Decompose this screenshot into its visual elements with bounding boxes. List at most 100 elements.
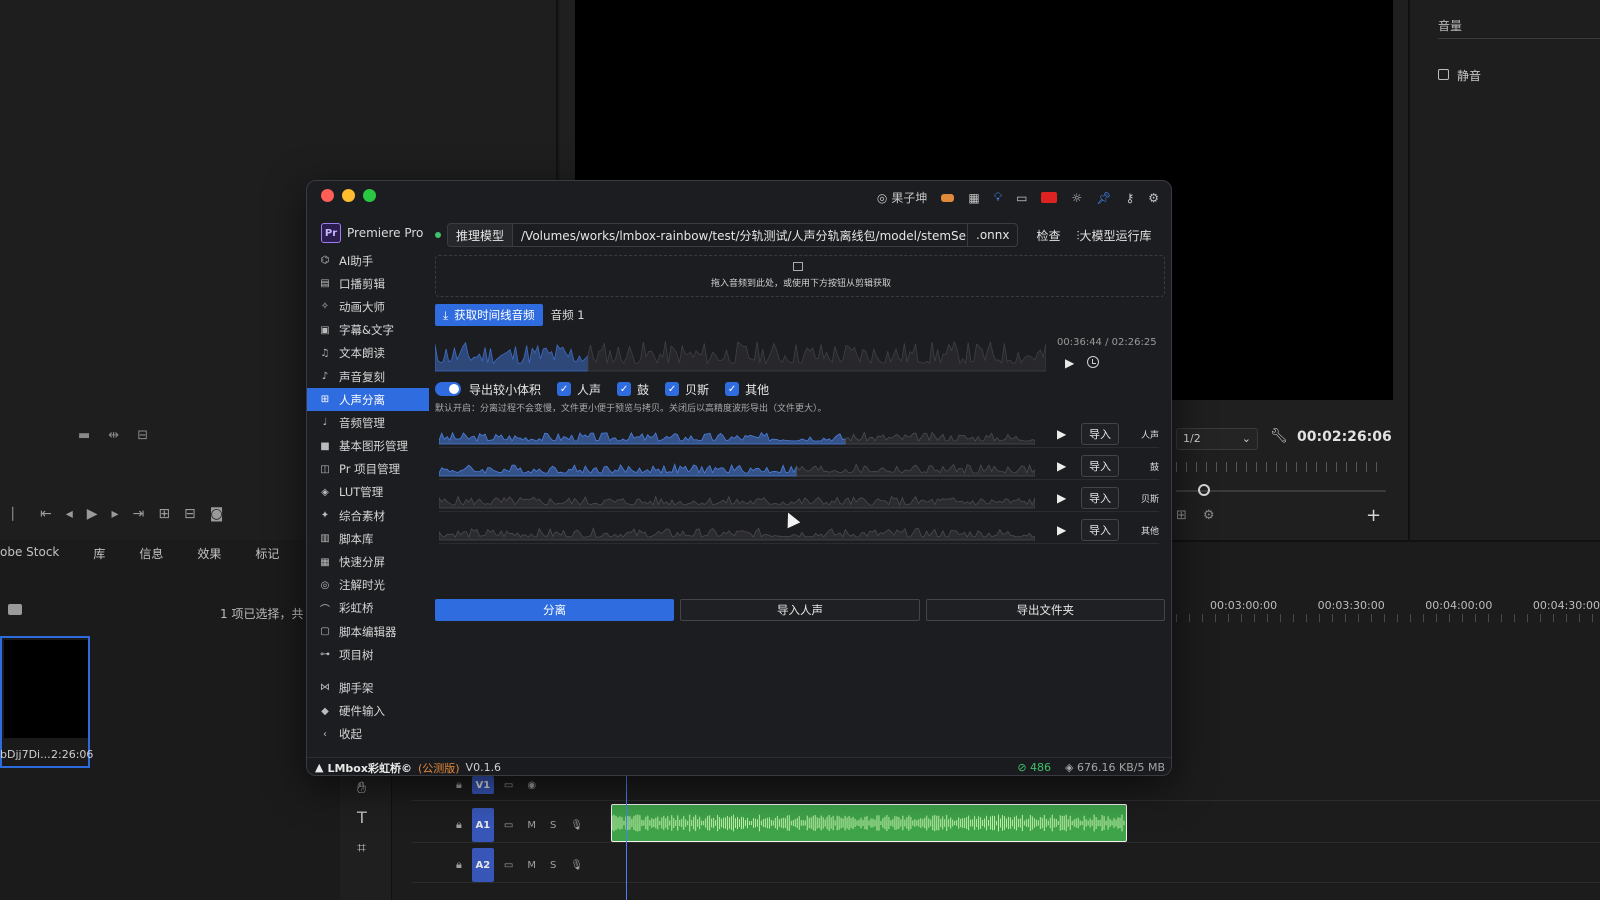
model-path-field[interactable]: /Volumes/works/lmbox-rainbow/test/分轨测试/人… [513, 224, 967, 246]
check-button[interactable]: 检查 [1036, 227, 1060, 244]
minimize-window-button[interactable] [342, 189, 355, 202]
lock-icon[interactable]: 🔒︎ [456, 778, 462, 792]
sidebar-item-lut[interactable]: ◈ LUT管理 [307, 481, 429, 504]
play-icon[interactable]: ▶ [87, 506, 98, 522]
bulb-icon[interactable]: 💡︎ [994, 190, 1002, 205]
sidebar-item-tree[interactable]: ⊶ 项目树 [307, 643, 429, 666]
sidebar-item-editor[interactable]: ▢ 脚本编辑器 [307, 620, 429, 643]
sidebar-item-hardware[interactable]: ◆ 硬件输入 [307, 700, 429, 723]
stop-icon[interactable]: ▬ [78, 428, 90, 443]
main-waveform[interactable] [435, 333, 1046, 373]
microphone-icon[interactable]: 🎙︎ [570, 820, 583, 831]
sidebar-item-animation[interactable]: ✧ 动画大师 [307, 295, 429, 318]
mute-checkbox[interactable] [1438, 69, 1449, 80]
import-vocal-button[interactable]: 导入人声 [680, 599, 920, 621]
go-to-in-icon[interactable]: ⇤ [40, 506, 52, 522]
stem-waveform[interactable] [439, 486, 1035, 512]
solo-toggle[interactable]: S [550, 860, 556, 871]
sidebar-item-rainbow[interactable]: ⌒ 彩虹桥 [307, 597, 429, 620]
film-icon[interactable]: ▭ [504, 780, 513, 791]
sidebar-item-subtitle[interactable]: ▣ 字幕&文字 [307, 319, 429, 342]
timeline-audio-clip[interactable] [611, 804, 1127, 842]
step-forward-icon[interactable]: ▸ [112, 506, 119, 522]
timeline-playhead[interactable] [626, 775, 627, 900]
sidebar-item-scaffold[interactable]: ⋈ 脚手架 [307, 676, 429, 699]
stem-waveform[interactable] [439, 518, 1035, 544]
sidebar-item-collapse[interactable]: ‹ 收起 [307, 723, 429, 746]
settings-icon[interactable]: ⚙︎ [1203, 508, 1215, 523]
settings-icon[interactable]: ⚙︎ [1148, 191, 1159, 205]
sidebar-item-time[interactable]: ◎ 注解时光 [307, 574, 429, 597]
sidebar-item-voice-clone[interactable]: ♪ 声音复刻 [307, 365, 429, 388]
camera-icon[interactable]: ◙ [210, 506, 224, 522]
stem-import-button[interactable]: 导入 [1081, 455, 1119, 477]
sync-icon[interactable]: ▭ [504, 860, 513, 871]
timeline-ruler[interactable] [1176, 614, 1600, 622]
step-back-icon[interactable]: ◂ [66, 506, 73, 522]
eye-icon[interactable]: ◉ [527, 780, 536, 791]
sidebar-item-assets[interactable]: ✦ 综合素材 [307, 504, 429, 527]
stem-waveform[interactable] [439, 454, 1035, 480]
sidebar-item-audio[interactable]: ♩ 音频管理 [307, 411, 429, 434]
fetch-timeline-audio-button[interactable]: ⤓ 获取时间线音频 [435, 304, 543, 326]
small-export-toggle[interactable] [435, 382, 461, 396]
overwrite-icon[interactable]: ⊟ [184, 506, 196, 522]
export-frame-icon[interactable]: ⊞ [1176, 508, 1187, 523]
sidebar-item-assistant[interactable]: ⌬ AI助手 [307, 249, 429, 272]
pin-icon[interactable]: 📌︎ [1096, 191, 1111, 205]
type-tool-icon[interactable]: T [357, 808, 367, 827]
sidebar-item-tts[interactable]: ♫ 文本朗读 [307, 342, 429, 365]
add-button-icon[interactable]: + [1366, 505, 1381, 526]
play-icon[interactable]: ▶ [1057, 491, 1066, 505]
transform-tool-icon[interactable]: ⌗ [357, 838, 366, 858]
wrench-icon[interactable]: 🔧︎ [1270, 428, 1288, 444]
stem-import-button[interactable]: 导入 [1081, 487, 1119, 509]
model-selector[interactable]: 推理模型 /Volumes/works/lmbox-rainbow/test/分… [447, 223, 1019, 247]
drums-checkbox[interactable]: ✓ [617, 382, 632, 396]
folder-icon[interactable] [8, 604, 22, 615]
tab-library[interactable]: 库 [93, 545, 105, 565]
sidebar-item-split[interactable]: ▦ 快速分屏 [307, 550, 429, 573]
stem-import-button[interactable]: 导入 [1081, 423, 1119, 445]
sidebar-item-script[interactable]: ▥ 脚本库 [307, 527, 429, 550]
lock-icon[interactable]: 🔒︎ [456, 818, 462, 832]
lock-icon[interactable]: 🔒︎ [456, 858, 462, 872]
sync-icon[interactable]: ▭ [504, 820, 513, 831]
play-icon[interactable]: ▶ [1057, 459, 1066, 473]
solo-toggle[interactable]: S [550, 820, 556, 831]
store-icon[interactable]: ▦ [968, 191, 979, 205]
play-icon[interactable]: ▶ [1057, 427, 1066, 441]
sidebar-item-project[interactable]: ◫ Pr 项目管理 [307, 458, 429, 481]
monitor-playhead[interactable] [1198, 484, 1210, 496]
mark-icon[interactable]: ⎸ [12, 506, 26, 522]
track-label[interactable]: V1 [471, 776, 494, 794]
close-window-button[interactable] [321, 189, 334, 202]
tab-effects[interactable]: 效果 [197, 545, 221, 565]
play-icon[interactable]: ▶ [1057, 523, 1066, 537]
mute-toggle[interactable]: M [527, 860, 536, 871]
trim-icon[interactable]: ⇹ [108, 428, 119, 443]
track-label[interactable]: A1 [471, 808, 494, 842]
flag-icon[interactable] [1041, 192, 1058, 203]
other-checkbox[interactable]: ✓ [725, 382, 740, 396]
user-menu[interactable]: ◎ 果子坤 [877, 189, 928, 206]
badge-icon[interactable] [941, 193, 955, 202]
microphone-icon[interactable]: 🎙︎ [570, 860, 583, 871]
tab-info[interactable]: 信息 [139, 545, 163, 565]
vocal-checkbox[interactable]: ✓ [557, 382, 572, 396]
stem-import-button[interactable]: 导入 [1081, 519, 1119, 541]
frame-icon[interactable]: ⊟ [137, 428, 148, 443]
sidebar-item-separation[interactable]: ⊞ 人声分离 [307, 388, 429, 412]
bass-checkbox[interactable]: ✓ [665, 382, 680, 396]
separate-button[interactable]: 分离 [435, 599, 675, 621]
sidebar-item-broadcast[interactable]: ▤ 口播剪辑 [307, 272, 429, 295]
hand-tool-icon[interactable]: ✋︎ [357, 778, 366, 798]
go-to-out-icon[interactable]: ⇥ [133, 506, 145, 522]
export-folder-button[interactable]: 导出文件夹 [925, 599, 1165, 621]
stem-waveform[interactable] [439, 422, 1035, 448]
audio-drop-zone[interactable]: 拖入音频到此处，或使用下方按钮从剪辑获取 [435, 255, 1165, 297]
maximize-window-button[interactable] [363, 189, 376, 202]
mute-toggle[interactable]: M [527, 820, 536, 831]
sidebar-item-graphics[interactable]: ■ 基本图形管理 [307, 435, 429, 458]
key-icon[interactable]: ⚷ [1125, 191, 1134, 205]
